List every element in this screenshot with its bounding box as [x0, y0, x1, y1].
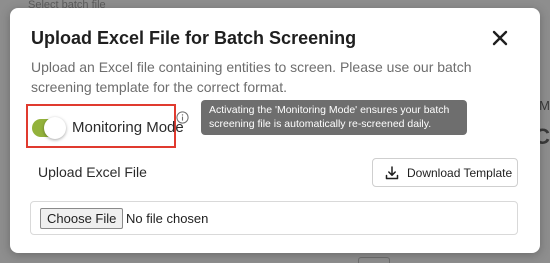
backdrop-letter: M [539, 98, 550, 113]
download-icon [385, 165, 399, 179]
monitoring-mode-label: Monitoring Mode [72, 119, 184, 136]
download-template-button[interactable]: Download Template [372, 158, 518, 187]
monitoring-mode-tooltip: Activating the 'Monitoring Mode' ensures… [201, 100, 467, 135]
backdrop-element [358, 257, 390, 263]
choose-file-button[interactable]: Choose File [40, 208, 124, 229]
close-button[interactable] [489, 27, 511, 49]
monitoring-mode-toggle[interactable] [32, 117, 66, 139]
file-status: No file chosen [126, 211, 209, 226]
modal-title: Upload Excel File for Batch Screening [31, 28, 357, 48]
upload-modal: Upload Excel File for Batch Screening Up… [10, 8, 540, 253]
modal-description: Upload an Excel file containing entities… [31, 59, 472, 95]
close-icon [492, 30, 508, 46]
toggle-knob [44, 117, 66, 139]
file-input[interactable]: Choose File No file chosen [30, 201, 518, 235]
download-template-label: Download Template [407, 165, 513, 180]
upload-file-label: Upload Excel File [38, 164, 147, 180]
info-icon[interactable] [176, 111, 189, 124]
